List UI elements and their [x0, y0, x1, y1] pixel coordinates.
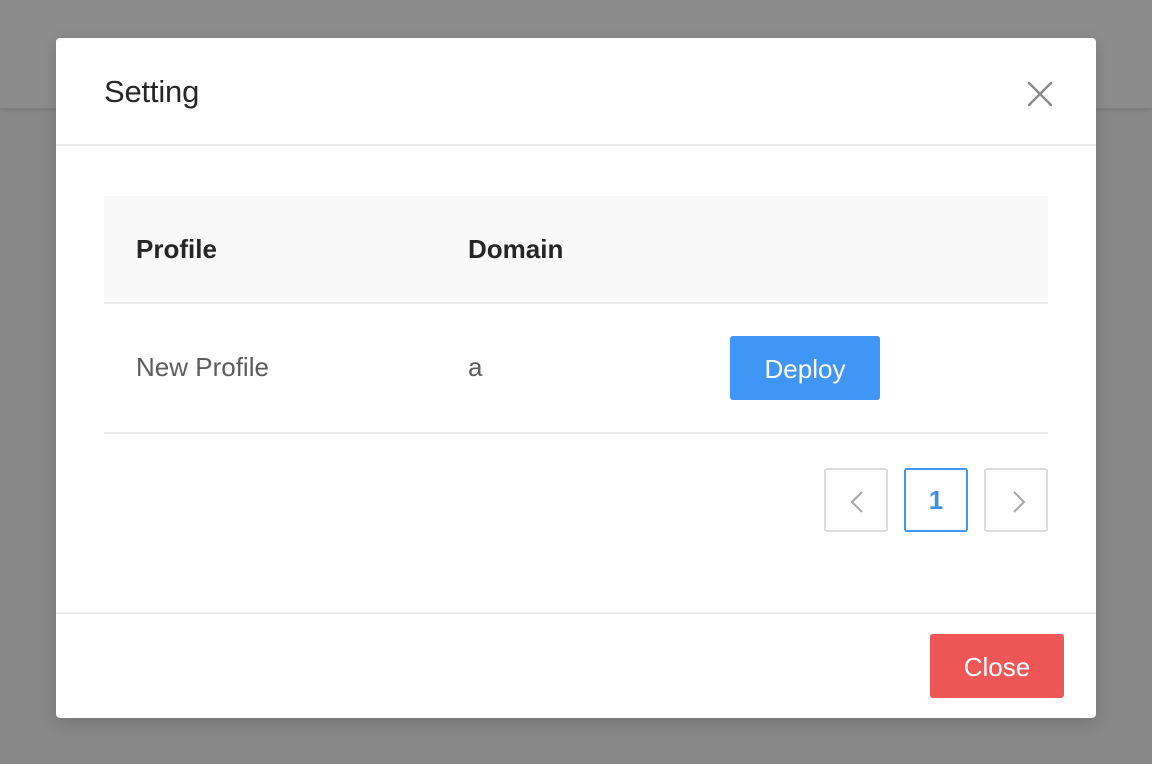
page-1-button[interactable]: 1	[904, 468, 968, 532]
chevron-left-icon	[850, 491, 863, 513]
table-row: New Profile a Deploy	[104, 304, 1048, 434]
next-page-button[interactable]	[984, 468, 1048, 532]
setting-dialog: Setting Profile Domain New Profile a Dep…	[56, 38, 1096, 718]
dialog-footer: Close	[56, 612, 1096, 718]
prev-page-button[interactable]	[824, 468, 888, 532]
column-header-domain: Domain	[468, 234, 564, 264]
table-header: Profile Domain	[104, 196, 1048, 304]
dialog-title: Setting	[104, 74, 200, 109]
deploy-button[interactable]: Deploy	[730, 336, 880, 400]
profile-table: Profile Domain New Profile a Deploy	[104, 196, 1048, 434]
profile-cell: New Profile	[136, 352, 269, 382]
chevron-right-icon	[1013, 491, 1026, 513]
close-button[interactable]: Close	[930, 634, 1064, 698]
column-header-profile: Profile	[136, 234, 217, 264]
dialog-header: Setting	[56, 38, 1096, 146]
domain-cell: a	[468, 352, 483, 382]
close-icon[interactable]	[1026, 80, 1054, 108]
